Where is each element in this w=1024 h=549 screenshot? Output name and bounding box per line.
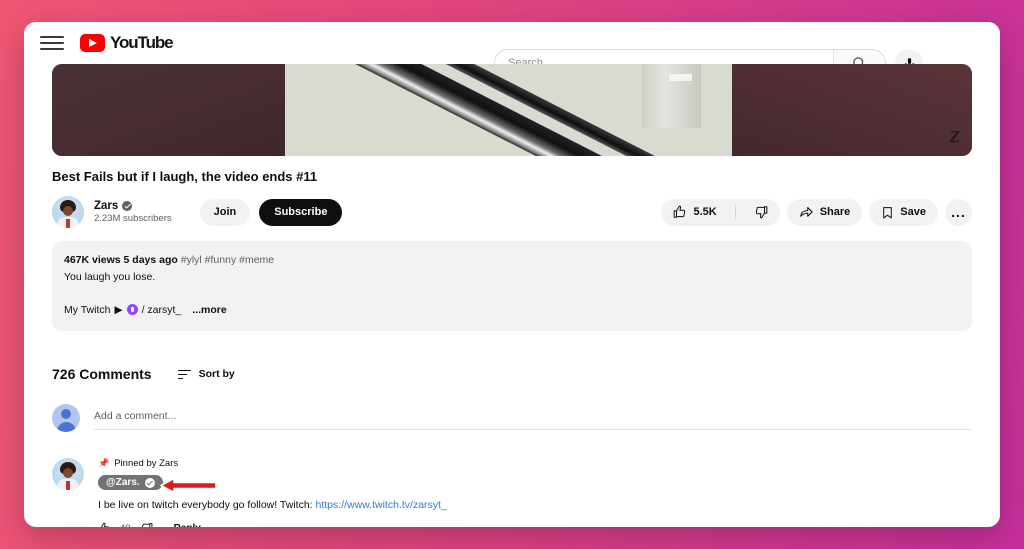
play-arrow-icon: ▶ xyxy=(114,303,123,316)
verified-badge-icon xyxy=(144,477,155,488)
share-button[interactable]: Share xyxy=(786,198,863,226)
video-actions: 5.5K Share Save ... xyxy=(661,198,972,226)
like-button[interactable]: 5.5K xyxy=(661,199,728,226)
comment-author-row: @Zars. xyxy=(98,475,972,494)
show-more-button[interactable]: ...more xyxy=(192,302,226,319)
comment-author-avatar[interactable] xyxy=(52,458,84,491)
add-comment-row xyxy=(52,404,972,433)
comment-like-button[interactable] xyxy=(98,522,111,527)
youtube-header: YouTube xyxy=(24,22,1000,77)
twitch-handle[interactable]: / zarsyt_ xyxy=(142,302,182,319)
more-actions-button[interactable]: ... xyxy=(945,198,972,226)
dislike-button[interactable] xyxy=(742,199,780,226)
sort-icon xyxy=(177,369,191,380)
comment-input-wrap xyxy=(94,406,972,431)
bookmark-icon xyxy=(883,206,893,218)
comment-text: I be live on twitch everybody go follow!… xyxy=(98,499,972,511)
youtube-logo-text: YouTube xyxy=(110,33,174,52)
video-frame xyxy=(284,64,732,156)
sort-by-label: Sort by xyxy=(198,368,235,381)
sort-by-button[interactable]: Sort by xyxy=(177,368,235,381)
video-pillar-highlight xyxy=(669,74,692,81)
comment-like-count: 49 xyxy=(120,523,131,527)
description-body: You laugh you lose. xyxy=(64,270,156,283)
add-comment-input[interactable] xyxy=(94,410,972,431)
comment-author-pill[interactable]: @Zars. xyxy=(98,475,163,491)
verified-badge-icon xyxy=(122,201,133,212)
thumbs-up-icon xyxy=(101,523,109,527)
description-meta-row: 467K views 5 days ago #ylyl #funny #meme xyxy=(64,252,960,269)
twitch-icon xyxy=(126,304,138,316)
thumbs-down-icon xyxy=(141,523,152,527)
comment-body: 📌 Pinned by Zars @Zars. I be live on twi… xyxy=(98,458,972,527)
hamburger-menu-icon[interactable] xyxy=(40,31,64,55)
browser-window: YouTube Search Z Best Fails but if I lau… xyxy=(24,22,1000,527)
subscribe-button[interactable]: Subscribe xyxy=(259,198,343,226)
comment-actions: 49 Reply xyxy=(98,522,972,527)
pinned-by-label: Pinned by Zars xyxy=(114,458,179,470)
channel-watermark: Z xyxy=(949,127,960,146)
video-right-bar: Z xyxy=(731,64,972,156)
twitch-prefix: My Twitch xyxy=(64,303,111,316)
save-label: Save xyxy=(900,206,926,218)
watch-content: Z Best Fails but if I laugh, the video e… xyxy=(52,64,972,527)
annotation-arrow-icon xyxy=(160,478,217,494)
twitch-line: My Twitch ▶ / zarsyt_ ...more xyxy=(64,302,960,319)
hashtags[interactable]: #ylyl #funny #meme xyxy=(181,254,274,266)
comments-header: 726 Comments Sort by xyxy=(52,366,972,382)
comment-reply-button[interactable]: Reply xyxy=(174,523,201,527)
channel-meta: Zars 2.23M subscribers xyxy=(94,199,172,225)
comment-dislike-button[interactable] xyxy=(140,522,153,527)
publish-date: 5 days ago xyxy=(123,254,178,266)
channel-row: Zars 2.23M subscribers Join Subscribe 5.… xyxy=(52,195,972,229)
youtube-play-icon xyxy=(80,34,105,52)
subscriber-count: 2.23M subscribers xyxy=(94,213,172,225)
thumbs-down-icon xyxy=(755,206,768,219)
share-label: Share xyxy=(819,206,851,218)
comment-author-name: @Zars. xyxy=(106,477,140,489)
pinned-label-row: 📌 Pinned by Zars xyxy=(98,458,972,469)
pin-icon: 📌 xyxy=(98,458,110,469)
comment-text-body: I be live on twitch everybody go follow!… xyxy=(98,499,316,512)
like-dislike-group: 5.5K xyxy=(661,198,780,226)
current-user-avatar[interactable] xyxy=(52,404,80,433)
more-actions-label: ... xyxy=(951,204,966,220)
youtube-logo[interactable]: YouTube xyxy=(80,33,174,53)
watch-page: Z Best Fails but if I laugh, the video e… xyxy=(24,64,1000,527)
view-count: 467K views xyxy=(64,254,121,266)
video-left-bar xyxy=(52,64,285,156)
save-button[interactable]: Save xyxy=(869,198,938,226)
comments-count: 726 Comments xyxy=(52,366,152,383)
channel-name: Zars xyxy=(94,199,119,212)
video-player[interactable]: Z xyxy=(52,64,972,156)
share-icon xyxy=(800,206,813,217)
channel-name-row[interactable]: Zars xyxy=(94,199,172,213)
comment-item: 📌 Pinned by Zars @Zars. I be live on twi… xyxy=(52,458,972,527)
action-divider xyxy=(734,205,736,219)
join-button[interactable]: Join xyxy=(199,198,251,226)
thumbs-up-icon xyxy=(674,205,686,218)
video-description[interactable]: 467K views 5 days ago #ylyl #funny #meme… xyxy=(52,241,972,332)
channel-avatar[interactable] xyxy=(52,196,84,228)
video-title: Best Fails but if I laugh, the video end… xyxy=(52,169,318,184)
comment-link[interactable]: https://www.twitch.tv/zarsyt_ xyxy=(316,499,447,511)
like-count: 5.5K xyxy=(693,206,717,218)
